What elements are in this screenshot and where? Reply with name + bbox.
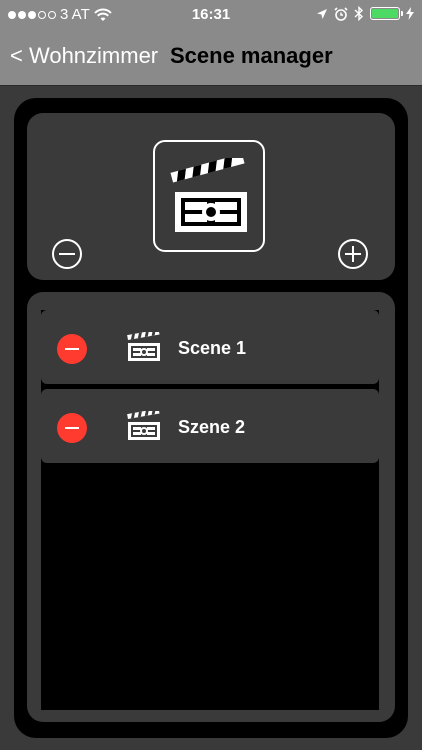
battery-fill xyxy=(372,9,398,18)
scene-list-panel: Scene 1 Szene 2 xyxy=(27,292,395,722)
scene-row[interactable]: Scene 1 xyxy=(41,310,379,384)
clapperboard-icon xyxy=(127,411,160,440)
navigation-bar: < Wohnzimmer Scene manager xyxy=(0,30,422,86)
battery-tip xyxy=(401,11,403,16)
status-right xyxy=(316,6,414,21)
scene-row[interactable]: Szene 2 xyxy=(41,389,379,463)
plus-circle-icon xyxy=(338,239,368,269)
page-title: Scene manager xyxy=(170,43,333,68)
scene-name: Scene 1 xyxy=(178,338,247,358)
alarm-icon xyxy=(334,6,348,21)
add-scene-button[interactable] xyxy=(337,238,369,270)
scene-header-panel xyxy=(27,113,395,280)
status-bar: 3 AT 16:31 xyxy=(0,0,422,30)
scene-name: Szene 2 xyxy=(178,417,246,437)
charging-icon xyxy=(406,7,414,20)
clapperboard-icon xyxy=(127,332,160,361)
content-frame: Scene 1 Szene 2 xyxy=(14,98,408,738)
remove-scene-button[interactable] xyxy=(51,238,83,270)
clapperboard-icon xyxy=(153,140,265,252)
delete-scene-button[interactable] xyxy=(57,334,87,364)
bluetooth-icon xyxy=(354,6,364,21)
minus-circle-icon xyxy=(52,239,82,269)
scene-list: Scene 1 Szene 2 xyxy=(41,310,379,710)
back-button[interactable]: < Wohnzimmer xyxy=(10,43,158,69)
location-icon xyxy=(317,8,327,19)
delete-scene-button[interactable] xyxy=(57,413,87,443)
battery-icon xyxy=(370,7,403,20)
